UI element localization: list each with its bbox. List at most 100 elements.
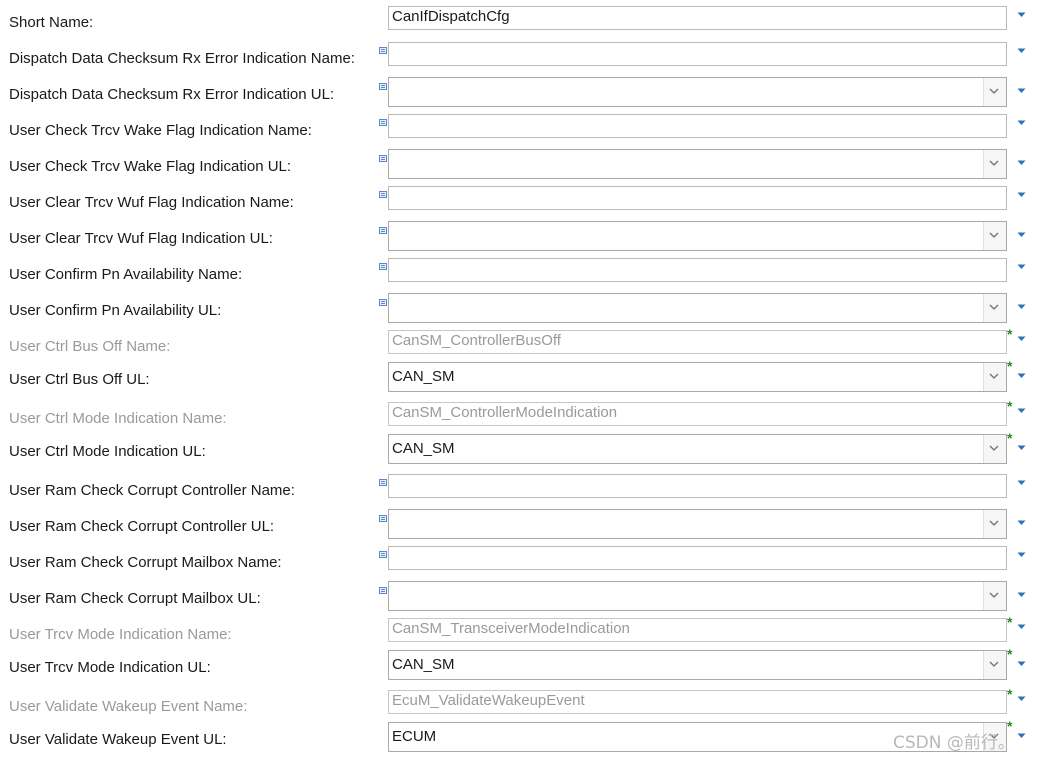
user-ctrl-mode-indication-name-label: User Ctrl Mode Indication Name:: [9, 410, 227, 427]
row-user-confirm-pn-availability-ul: User Confirm Pn Availability UL:: [0, 293, 1057, 329]
reference-icon: [379, 479, 387, 486]
reference-icon: [379, 551, 387, 558]
user-check-trcv-wake-flag-indication-ul-label: User Check Trcv Wake Flag Indication UL:: [9, 158, 292, 175]
user-ctrl-bus-off-name-value: CanSM_ControllerBusOff: [392, 332, 561, 349]
row-dispatch-data-checksum-rx-error-indication-name: Dispatch Data Checksum Rx Error Indicati…: [0, 41, 1057, 77]
row-user-clear-trcv-wuf-flag-indication-name: User Clear Trcv Wuf Flag Indication Name…: [0, 185, 1057, 221]
row-user-trcv-mode-indication-ul: User Trcv Mode Indication UL: CAN_SM *: [0, 646, 1057, 686]
options-dropdown-icon[interactable]: [1017, 48, 1026, 54]
user-validate-wakeup-event-ul-label: User Validate Wakeup Event UL:: [9, 731, 227, 748]
reference-icon: [379, 299, 387, 306]
options-dropdown-icon[interactable]: [1017, 336, 1026, 342]
user-ctrl-mode-indication-name-input: CanSM_ControllerModeIndication: [388, 402, 1007, 426]
chevron-down-icon[interactable]: [983, 582, 1006, 610]
chevron-down-icon[interactable]: [983, 222, 1006, 250]
required-marker: *: [1007, 358, 1013, 374]
user-trcv-mode-indication-ul-label: User Trcv Mode Indication UL:: [9, 659, 211, 676]
dispatch-data-checksum-rx-error-indication-ul-dropdown[interactable]: [388, 77, 1007, 107]
user-ctrl-bus-off-ul-value: CAN_SM: [392, 368, 455, 385]
user-ram-check-corrupt-controller-name-input[interactable]: [388, 474, 1007, 498]
options-dropdown-icon[interactable]: [1017, 480, 1026, 486]
user-ram-check-corrupt-controller-ul-label: User Ram Check Corrupt Controller UL:: [9, 518, 275, 535]
reference-icon: [379, 587, 387, 594]
row-user-check-trcv-wake-flag-indication-name: User Check Trcv Wake Flag Indication Nam…: [0, 113, 1057, 149]
chevron-down-icon[interactable]: [983, 651, 1006, 679]
user-check-trcv-wake-flag-indication-ul-dropdown[interactable]: [388, 149, 1007, 179]
options-dropdown-icon[interactable]: [1017, 264, 1026, 270]
options-dropdown-icon[interactable]: [1017, 192, 1026, 198]
chevron-down-icon[interactable]: [983, 510, 1006, 538]
user-validate-wakeup-event-name-label: User Validate Wakeup Event Name:: [9, 698, 248, 715]
required-marker: *: [1007, 430, 1013, 446]
options-dropdown-icon[interactable]: [1017, 160, 1026, 166]
reference-icon: [379, 83, 387, 90]
chevron-down-icon[interactable]: [983, 78, 1006, 106]
user-ctrl-bus-off-name-label: User Ctrl Bus Off Name:: [9, 338, 171, 355]
user-ram-check-corrupt-controller-ul-dropdown[interactable]: [388, 509, 1007, 539]
row-user-ctrl-bus-off-name: User Ctrl Bus Off Name: CanSM_ControllerB…: [0, 326, 1057, 365]
user-confirm-pn-availability-name-input[interactable]: [388, 258, 1007, 282]
options-dropdown-icon[interactable]: [1017, 12, 1026, 18]
row-user-trcv-mode-indication-name: User Trcv Mode Indication Name: CanSM_Tra…: [0, 614, 1057, 653]
row-user-confirm-pn-availability-name: User Confirm Pn Availability Name:: [0, 257, 1057, 293]
user-ram-check-corrupt-mailbox-name-label: User Ram Check Corrupt Mailbox Name:: [9, 554, 282, 571]
reference-icon: [379, 47, 387, 54]
required-marker: *: [1007, 326, 1013, 342]
chevron-down-icon[interactable]: [983, 435, 1006, 463]
user-trcv-mode-indication-name-input: CanSM_TransceiverModeIndication: [388, 618, 1007, 642]
dispatch-data-checksum-rx-error-indication-name-label: Dispatch Data Checksum Rx Error Indicati…: [9, 50, 355, 67]
options-dropdown-icon[interactable]: [1017, 661, 1026, 667]
user-validate-wakeup-event-name-input: EcuM_ValidateWakeupEvent: [388, 690, 1007, 714]
user-clear-trcv-wuf-flag-indication-name-input[interactable]: [388, 186, 1007, 210]
user-check-trcv-wake-flag-indication-name-input[interactable]: [388, 114, 1007, 138]
user-trcv-mode-indication-name-label: User Trcv Mode Indication Name:: [9, 626, 232, 643]
row-user-ram-check-corrupt-mailbox-ul: User Ram Check Corrupt Mailbox UL:: [0, 581, 1057, 617]
user-ram-check-corrupt-mailbox-name-input[interactable]: [388, 546, 1007, 570]
options-dropdown-icon[interactable]: [1017, 408, 1026, 414]
row-dispatch-data-checksum-rx-error-indication-ul: Dispatch Data Checksum Rx Error Indicati…: [0, 77, 1057, 113]
options-dropdown-icon[interactable]: [1017, 592, 1026, 598]
user-confirm-pn-availability-name-label: User Confirm Pn Availability Name:: [9, 266, 243, 283]
user-clear-trcv-wuf-flag-indication-name-label: User Clear Trcv Wuf Flag Indication Name…: [9, 194, 294, 211]
row-short-name: Short Name: CanIfDispatchCfg: [0, 5, 1057, 41]
dispatch-data-checksum-rx-error-indication-name-input[interactable]: [388, 42, 1007, 66]
short-name-value: CanIfDispatchCfg: [392, 8, 510, 25]
options-dropdown-icon[interactable]: [1017, 88, 1026, 94]
row-user-ram-check-corrupt-mailbox-name: User Ram Check Corrupt Mailbox Name:: [0, 545, 1057, 581]
user-check-trcv-wake-flag-indication-name-label: User Check Trcv Wake Flag Indication Nam…: [9, 122, 312, 139]
options-dropdown-icon[interactable]: [1017, 232, 1026, 238]
chevron-down-icon[interactable]: [983, 363, 1006, 391]
row-user-ctrl-mode-indication-name: User Ctrl Mode Indication Name: CanSM_Con…: [0, 399, 1057, 437]
reference-icon: [379, 119, 387, 126]
user-ctrl-bus-off-ul-dropdown[interactable]: CAN_SM: [388, 362, 1007, 392]
user-ctrl-mode-indication-ul-dropdown[interactable]: CAN_SM: [388, 434, 1007, 464]
user-trcv-mode-indication-ul-value: CAN_SM: [392, 656, 455, 673]
user-ctrl-mode-indication-ul-value: CAN_SM: [392, 440, 455, 457]
chevron-down-icon[interactable]: [983, 294, 1006, 322]
required-marker: *: [1007, 614, 1013, 630]
row-user-clear-trcv-wuf-flag-indication-ul: User Clear Trcv Wuf Flag Indication UL:: [0, 221, 1057, 257]
options-dropdown-icon[interactable]: [1017, 624, 1026, 630]
required-marker: *: [1007, 646, 1013, 662]
options-dropdown-icon[interactable]: [1017, 120, 1026, 126]
options-dropdown-icon[interactable]: [1017, 552, 1026, 558]
user-trcv-mode-indication-ul-dropdown[interactable]: CAN_SM: [388, 650, 1007, 680]
user-confirm-pn-availability-ul-dropdown[interactable]: [388, 293, 1007, 323]
row-user-validate-wakeup-event-name: User Validate Wakeup Event Name: EcuM_Val…: [0, 687, 1057, 725]
options-dropdown-icon[interactable]: [1017, 373, 1026, 379]
user-trcv-mode-indication-name-value: CanSM_TransceiverModeIndication: [392, 620, 630, 637]
options-dropdown-icon[interactable]: [1017, 445, 1026, 451]
chevron-down-icon[interactable]: [983, 150, 1006, 178]
reference-icon: [379, 263, 387, 270]
user-validate-wakeup-event-name-value: EcuM_ValidateWakeupEvent: [392, 692, 585, 709]
user-confirm-pn-availability-ul-label: User Confirm Pn Availability UL:: [9, 302, 222, 319]
options-dropdown-icon[interactable]: [1017, 733, 1026, 739]
options-dropdown-icon[interactable]: [1017, 304, 1026, 310]
options-dropdown-icon[interactable]: [1017, 520, 1026, 526]
short-name-label: Short Name:: [9, 14, 94, 31]
short-name-input[interactable]: CanIfDispatchCfg: [388, 6, 1007, 30]
watermark: CSDN @前行。: [893, 733, 1015, 753]
user-ram-check-corrupt-mailbox-ul-dropdown[interactable]: [388, 581, 1007, 611]
options-dropdown-icon[interactable]: [1017, 696, 1026, 702]
user-clear-trcv-wuf-flag-indication-ul-dropdown[interactable]: [388, 221, 1007, 251]
